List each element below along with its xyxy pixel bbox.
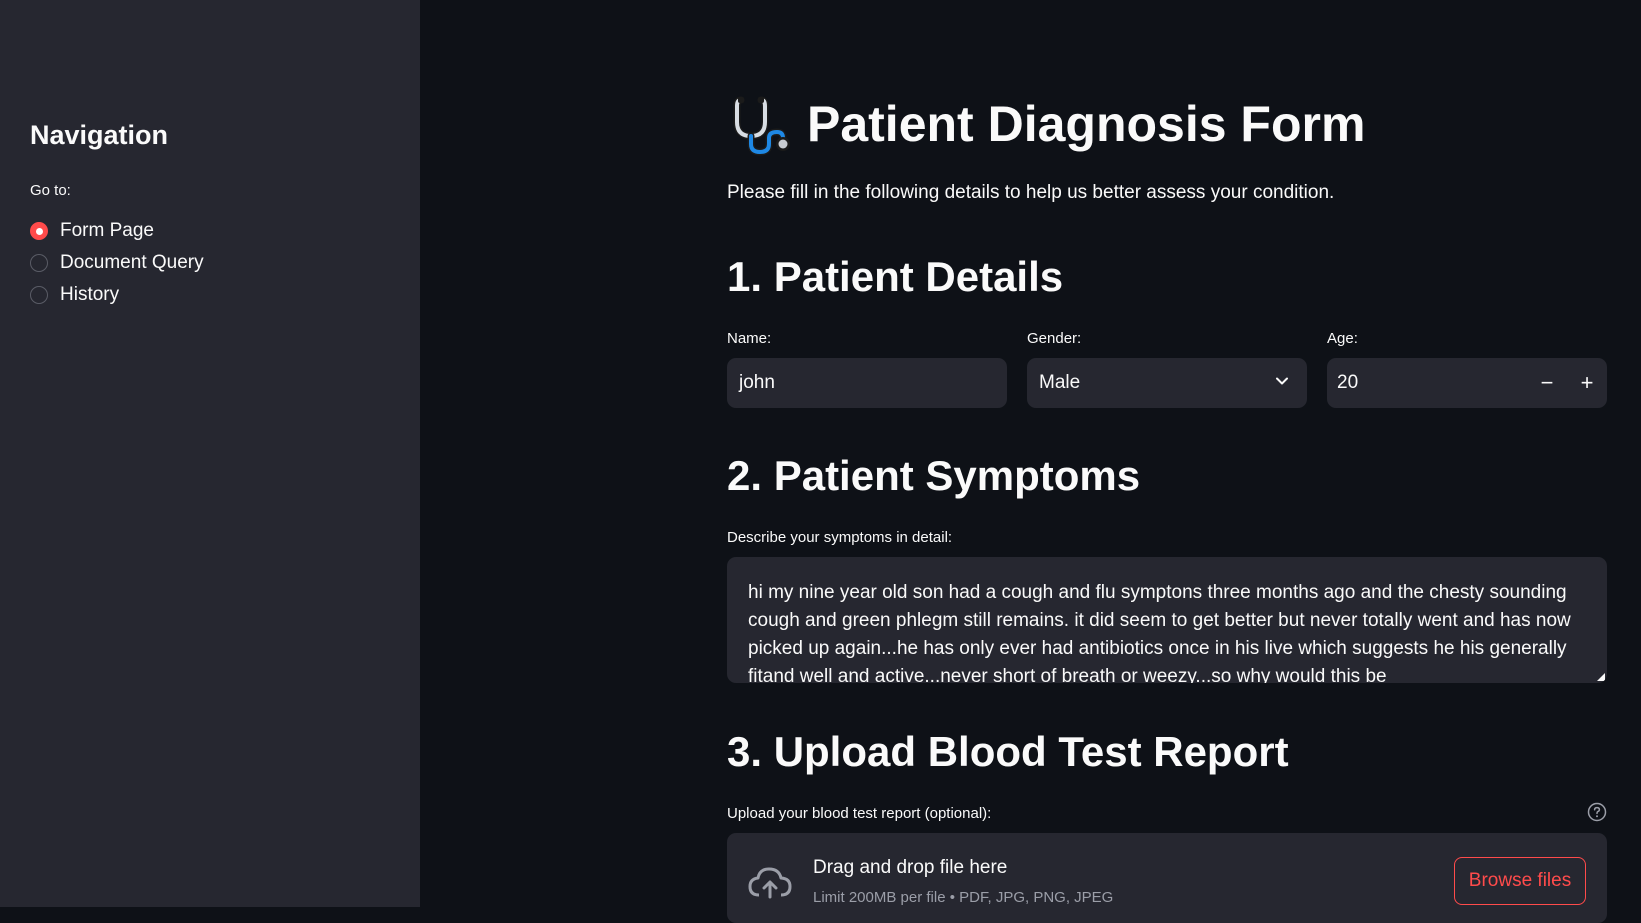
name-input[interactable]: john [727, 358, 1007, 408]
page-subtitle: Please fill in the following details to … [727, 182, 1335, 203]
file-uploader-dropzone[interactable]: Drag and drop file here Limit 200MB per … [727, 833, 1607, 923]
browse-files-button[interactable]: Browse files [1454, 857, 1586, 905]
name-label: Name: [727, 330, 772, 347]
section-heading-upload-report: 3. Upload Blood Test Report [727, 728, 1289, 775]
radio-unselected-icon[interactable] [30, 286, 48, 304]
navigation-radio-group: Form Page Document Query History [30, 215, 204, 311]
name-value: john [739, 372, 775, 393]
stethoscope-icon [733, 96, 790, 156]
plus-icon: + [1580, 370, 1594, 395]
title-row: Patient Diagnosis Form [727, 90, 1365, 158]
section-heading-patient-details: 1. Patient Details [727, 253, 1064, 300]
help-icon[interactable] [1587, 802, 1607, 822]
symptoms-label: Describe your symptoms in detail: [727, 529, 953, 546]
gender-value: Male [1039, 372, 1081, 393]
section-heading-patient-symptoms: 2. Patient Symptoms [727, 452, 1141, 499]
sidebar: Navigation Go to: Form Page Document Que… [0, 0, 420, 907]
minus-icon: − [1540, 370, 1554, 395]
dropzone-limit-text: Limit 200MB per file • PDF, JPG, PNG, JP… [813, 889, 1114, 906]
age-decrement-button[interactable]: − [1527, 358, 1567, 408]
nav-option-label: Document Query [60, 252, 204, 273]
page-title: Patient Diagnosis Form [807, 96, 1366, 152]
gender-label: Gender: [1027, 330, 1082, 347]
nav-option-document-query[interactable]: Document Query [30, 247, 204, 279]
gender-select[interactable]: Male [1027, 358, 1307, 408]
age-increment-button[interactable]: + [1567, 358, 1607, 408]
chevron-down-icon [1276, 377, 1288, 385]
nav-option-label: Form Page [60, 220, 154, 241]
age-stepper[interactable]: 20 − + [1327, 358, 1607, 408]
symptoms-value: hi my nine year old son had a cough and … [748, 582, 1571, 683]
age-value[interactable]: 20 [1337, 372, 1358, 394]
cloud-upload-icon [748, 867, 792, 899]
resize-handle-icon[interactable] [1597, 673, 1605, 681]
nav-option-form-page[interactable]: Form Page [30, 215, 204, 247]
age-label: Age: [1327, 330, 1358, 347]
upload-label: Upload your blood test report (optional)… [727, 805, 992, 822]
goto-label: Go to: [30, 182, 71, 199]
nav-option-history[interactable]: History [30, 279, 204, 311]
symptoms-textarea[interactable]: hi my nine year old son had a cough and … [727, 557, 1607, 683]
dropzone-title: Drag and drop file here [813, 857, 1008, 878]
radio-unselected-icon[interactable] [30, 254, 48, 272]
sidebar-title: Navigation [30, 120, 169, 150]
radio-selected-icon[interactable] [30, 222, 48, 240]
nav-option-label: History [60, 284, 120, 305]
